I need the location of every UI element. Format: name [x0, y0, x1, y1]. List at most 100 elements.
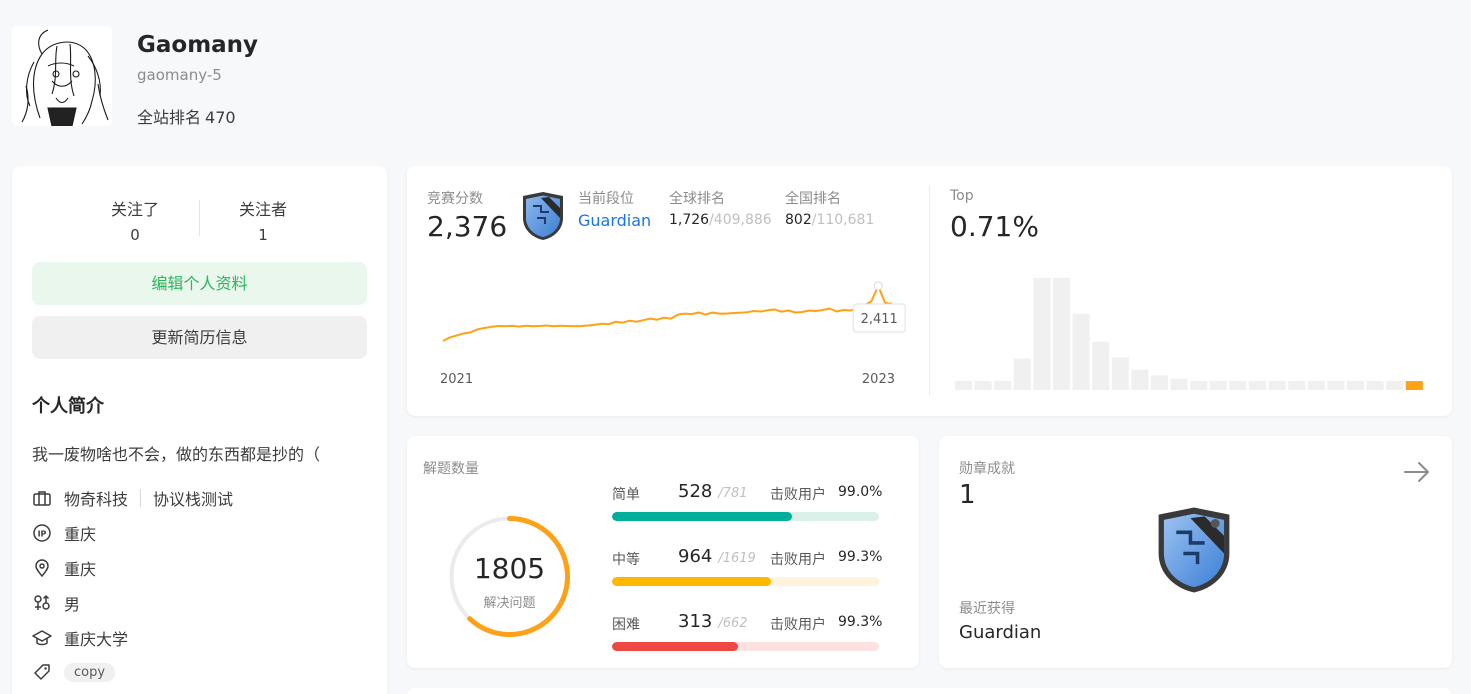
gender-icon — [34, 594, 50, 610]
hard-progress-fill — [612, 642, 739, 651]
top-percent: 0.71% — [950, 210, 1039, 243]
info-school-row: 重庆大学 — [32, 626, 128, 650]
contest-rating-card: 竞赛分数 2,376 当前段位 Guardian 全球排名 1,726/409,… — [407, 166, 1452, 416]
easy-progress-bar — [612, 512, 879, 521]
distribution-bar — [1386, 381, 1404, 390]
distribution-bar — [1268, 381, 1286, 390]
hard-progress-bar — [612, 642, 879, 651]
profile-sidebar-card: 关注了 0 关注者 1 编辑个人资料 更新简历信息 个人简介 我一废物啥也不会，… — [12, 166, 387, 694]
hard-solved-count: 313 — [678, 611, 713, 632]
badges-title: 勋章成就 — [959, 461, 1015, 477]
distribution-bar — [974, 381, 992, 390]
bio-text: 我一废物啥也不会，做的东西都是抄的（ — [32, 445, 321, 464]
user-handle: gaomany-5 — [137, 66, 222, 84]
contest-score: 2,376 — [427, 210, 508, 243]
next-section-card — [407, 688, 1452, 694]
followers-stat[interactable]: 关注者 1 — [208, 196, 318, 244]
site-rank-value: 470 — [205, 108, 236, 127]
global-rank-total: /409,886 — [709, 212, 772, 228]
map-pin-icon — [35, 559, 49, 578]
follow-divider — [199, 200, 200, 236]
hard-solved: 313/662 — [678, 611, 748, 632]
easy-solved-count: 528 — [678, 481, 713, 502]
distribution-bar — [1405, 381, 1423, 390]
recent-badge-name: Guardian — [959, 622, 1042, 643]
rating-line-chart[interactable]: 2,411 2021 2023 — [407, 266, 927, 416]
medium-label: 中等 — [612, 552, 640, 568]
distribution-bar — [955, 381, 972, 390]
info-location-row: 重庆 — [32, 556, 96, 580]
info-tags-row: copy — [32, 660, 116, 684]
medium-beat-value: 99.3% — [838, 549, 883, 565]
distribution-bar — [1366, 381, 1384, 390]
tag-icon — [34, 664, 50, 680]
site-rank-label: 全站排名 — [137, 108, 202, 127]
medium-beat-label: 击败用户 — [770, 552, 826, 568]
distribution-bar — [1229, 381, 1247, 390]
avatar-image — [12, 26, 112, 126]
distribution-bar — [1111, 357, 1129, 390]
x-tick-end: 2023 — [862, 372, 895, 387]
distribution-bar — [1013, 358, 1031, 390]
x-tick-start: 2021 — [440, 372, 473, 387]
update-resume-button[interactable]: 更新简历信息 — [32, 316, 367, 359]
solved-title: 解题数量 — [423, 461, 479, 477]
company-text: 物奇科技 — [64, 490, 129, 509]
national-rank-total: /110,681 — [811, 212, 875, 228]
easy-beat-value: 99.0% — [838, 484, 883, 500]
info-company-row: 物奇科技 协议栈测试 — [32, 486, 233, 510]
arrow-right-icon[interactable] — [1403, 460, 1431, 484]
guardian-badge-icon[interactable] — [519, 190, 567, 242]
medium-progress-fill — [612, 577, 771, 586]
easy-label: 简单 — [612, 487, 640, 503]
avatar[interactable] — [12, 26, 112, 126]
easy-progress-fill — [612, 512, 793, 521]
distribution-bar — [1190, 381, 1208, 390]
badges-card: 勋章成就 1 最近获得 Guardian — [939, 436, 1452, 668]
distribution-bar — [1209, 381, 1227, 390]
medium-solved: 964/1619 — [678, 546, 756, 567]
site-rank: 全站排名 470 — [137, 104, 236, 128]
distribution-bar — [1347, 381, 1364, 390]
edit-profile-button[interactable]: 编辑个人资料 — [32, 262, 367, 305]
recent-badge-label: 最近获得 — [959, 601, 1015, 617]
gender-text: 男 — [64, 595, 81, 614]
top-label: Top — [950, 188, 974, 204]
location-text: 重庆 — [64, 560, 97, 579]
easy-beat-label: 击败用户 — [770, 487, 826, 503]
graduation-cap-icon — [32, 630, 52, 646]
distribution-bar — [1072, 313, 1090, 390]
bio-title: 个人简介 — [32, 396, 104, 417]
hard-beat-value: 99.3% — [838, 614, 883, 630]
skill-tag[interactable]: copy — [64, 662, 116, 682]
user-name: Gaomany — [137, 32, 259, 58]
briefcase-icon — [33, 491, 51, 506]
distribution-bar — [1249, 381, 1266, 390]
rating-distribution-chart[interactable] — [947, 266, 1437, 396]
national-rank: 802/110,681 — [785, 212, 874, 228]
rating-hover-point — [873, 281, 883, 291]
easy-solved: 528/781 — [678, 481, 748, 502]
medium-solved-count: 964 — [678, 546, 713, 567]
followers-label: 关注者 — [238, 200, 287, 219]
distribution-bar — [1327, 381, 1345, 390]
distribution-bar — [1288, 381, 1306, 390]
global-rank: 1,726/409,886 — [669, 212, 772, 228]
chart-divider — [929, 186, 930, 396]
global-rank-value: 1,726 — [669, 212, 710, 228]
following-stat[interactable]: 关注了 0 — [80, 196, 190, 244]
school-text: 重庆大学 — [64, 630, 129, 649]
distribution-bar — [1053, 278, 1070, 390]
solved-total-label: 解决问题 — [483, 596, 536, 611]
level-link[interactable]: Guardian — [578, 211, 651, 230]
following-label: 关注了 — [110, 200, 159, 219]
guardian-badge-large-icon[interactable] — [1151, 504, 1237, 596]
hard-beat-label: 击败用户 — [770, 617, 826, 633]
rating-series-line — [442, 285, 893, 342]
global-rank-label: 全球排名 — [669, 191, 725, 207]
followers-count: 1 — [258, 226, 268, 244]
distribution-bar — [994, 381, 1012, 390]
hard-label: 困难 — [612, 617, 640, 633]
national-rank-value: 802 — [785, 212, 812, 228]
distribution-bar — [1131, 369, 1149, 390]
